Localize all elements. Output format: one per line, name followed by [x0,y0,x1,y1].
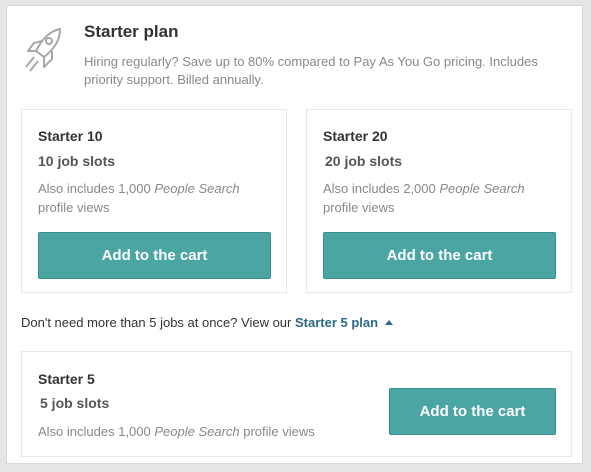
add-to-cart-button[interactable]: Add to the cart [389,388,556,435]
views-product: People Search [154,181,240,196]
starter-plan-panel: Starter plan Hiring regularly? Save up t… [6,5,583,464]
views-prefix: Also includes 1,000 [38,181,155,196]
views-prefix: Also includes 1,000 [38,424,155,439]
plan-name: Starter 10 [38,128,103,144]
plan-card-starter-20: Starter 20 20 job slots Also includes 2,… [306,109,572,293]
rocket-icon [25,28,61,72]
views-suffix: profile views [239,424,315,439]
plan-views: Also includes 1,000 People Search profil… [38,422,358,441]
views-product: People Search [154,424,240,439]
add-to-cart-button[interactable]: Add to the cart [323,232,556,279]
plan-slots: 10 job slots [38,153,116,169]
note-text: Don't need more than 5 jobs at once? Vie… [21,315,295,330]
plan-views: Also includes 2,000 People Search profil… [323,179,543,217]
starter-5-note: Don't need more than 5 jobs at once? Vie… [21,315,394,330]
plan-name: Starter 20 [323,128,388,144]
add-to-cart-button[interactable]: Add to the cart [38,232,271,279]
plan-title: Starter plan [84,22,179,41]
starter-5-plan-link[interactable]: Starter 5 plan [295,315,378,330]
views-product: People Search [439,181,525,196]
views-suffix: profile views [38,200,110,215]
plan-slots: 20 job slots [325,153,403,169]
plan-views: Also includes 1,000 People Search profil… [38,179,258,217]
plan-card-starter-5: Starter 5 5 job slots Also includes 1,00… [21,351,572,457]
plan-card-starter-10: Starter 10 10 job slots Also includes 1,… [21,109,287,293]
plan-slots: 5 job slots [40,395,110,411]
plan-name: Starter 5 [38,371,95,387]
caret-up-icon[interactable] [385,320,394,325]
plan-description: Hiring regularly? Save up to 80% compare… [84,54,538,87]
views-prefix: Also includes 2,000 [323,181,440,196]
views-suffix: profile views [323,200,395,215]
